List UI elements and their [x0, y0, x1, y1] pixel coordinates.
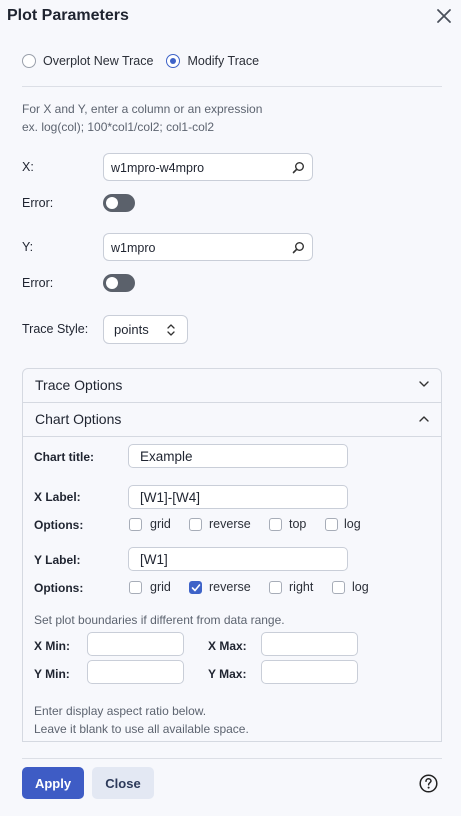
chart-title-label: Chart title: [34, 450, 94, 464]
x-error-label: Error: [22, 196, 54, 210]
aspect-hint-line-2: Leave it blank to use all available spac… [34, 722, 249, 736]
y-log-checkbox[interactable] [332, 581, 345, 594]
y-min-label: Y Min: [34, 667, 70, 681]
x-column-field[interactable] [103, 153, 313, 181]
y-right-checkbox[interactable] [269, 581, 282, 594]
radio-label-modify: Modify Trace [187, 54, 260, 68]
trace-options-header[interactable]: Trace Options [23, 369, 441, 402]
trace-style-select[interactable]: points [103, 315, 188, 344]
x-options-label: Options: [34, 518, 84, 532]
chart-title-input[interactable] [128, 444, 348, 468]
mode-radio-group: Overplot New Trace Modify Trace [22, 51, 259, 71]
y-max-label: Y Max: [208, 667, 247, 681]
x-top-label: top [289, 517, 307, 531]
chart-options-header[interactable]: Chart Options [23, 403, 441, 436]
close-icon[interactable] [434, 6, 454, 26]
search-icon[interactable] [292, 161, 305, 174]
apply-button[interactable]: Apply [22, 767, 84, 799]
accordion-divider [23, 436, 441, 437]
y-reverse-checkbox[interactable] [189, 581, 202, 594]
search-icon[interactable] [292, 241, 305, 254]
footer-divider [22, 758, 442, 759]
x-column-input[interactable] [111, 159, 281, 176]
chevron-up-icon [419, 416, 429, 422]
chart-options-title: Chart Options [35, 411, 122, 427]
y-column-field[interactable] [103, 233, 313, 261]
x-error-toggle[interactable] [103, 194, 135, 212]
y-grid-label: grid [150, 580, 171, 594]
trace-style-value: points [114, 322, 149, 337]
x-top-checkbox[interactable] [269, 518, 282, 531]
expression-hint: For X and Y, enter a column or an expres… [22, 100, 262, 136]
y-right-label: right [289, 580, 314, 594]
check-icon [191, 584, 201, 592]
x-label-input[interactable] [128, 485, 348, 509]
x-min-label: X Min: [34, 639, 70, 653]
x-grid-checkbox[interactable] [129, 518, 142, 531]
x-max-label: X Max: [208, 639, 247, 653]
bounds-hint: Set plot boundaries if different from da… [34, 613, 285, 627]
trace-style-label: Trace Style: [22, 322, 89, 336]
y-error-label: Error: [22, 276, 54, 290]
aspect-hint: Enter display aspect ratio below. Leave … [34, 702, 249, 738]
y-log-label: log [352, 580, 369, 594]
aspect-hint-line-1: Enter display aspect ratio below. [34, 704, 207, 718]
hint-line-1: For X and Y, enter a column or an expres… [22, 102, 263, 116]
x-reverse-label: reverse [209, 517, 251, 531]
y-label: Y: [22, 240, 34, 254]
x-reverse-checkbox[interactable] [189, 518, 202, 531]
x-label-label: X Label: [34, 490, 81, 504]
y-max-input[interactable] [261, 660, 358, 684]
y-error-toggle[interactable] [103, 274, 135, 292]
chevron-down-icon [419, 381, 429, 387]
y-label-label: Y Label: [34, 553, 81, 567]
x-log-label: log [344, 517, 361, 531]
y-min-input[interactable] [87, 660, 184, 684]
dialog-title: Plot Parameters [7, 7, 129, 24]
divider [22, 86, 442, 87]
x-label: X: [22, 160, 34, 174]
x-grid-label: grid [150, 517, 171, 531]
y-column-input[interactable] [111, 239, 281, 256]
dialog-header: Plot Parameters [0, 0, 461, 34]
radio-overplot-new-trace[interactable] [22, 54, 36, 68]
options-accordion: Trace Options Chart Options Chart title:… [22, 368, 442, 742]
hint-line-2: ex. log(col); 100*col1/col2; col1-col2 [22, 120, 215, 134]
chevron-updown-icon [167, 324, 175, 336]
trace-options-title: Trace Options [35, 377, 123, 393]
y-grid-checkbox[interactable] [129, 581, 142, 594]
radio-modify-trace[interactable] [166, 54, 181, 68]
x-log-checkbox[interactable] [325, 518, 338, 531]
x-max-input[interactable] [261, 632, 358, 656]
x-min-input[interactable] [87, 632, 184, 656]
help-icon[interactable] [419, 774, 438, 793]
y-options-label: Options: [34, 581, 84, 595]
y-label-input[interactable] [128, 547, 348, 571]
y-reverse-label: reverse [209, 580, 251, 594]
close-button[interactable]: Close [92, 767, 154, 799]
radio-label-overplot: Overplot New Trace [43, 54, 154, 68]
